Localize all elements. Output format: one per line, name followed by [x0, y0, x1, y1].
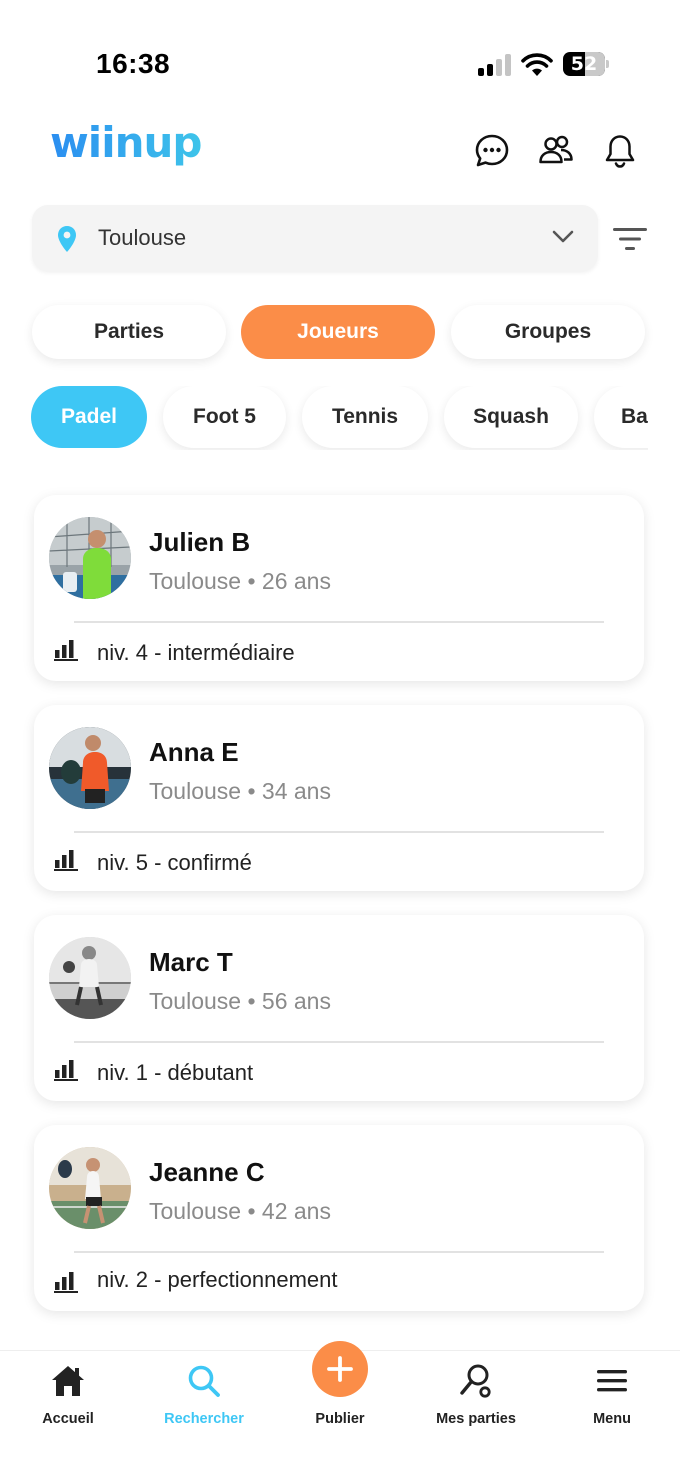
nav-label: Publier — [315, 1411, 365, 1427]
level-bars-icon — [54, 1272, 78, 1293]
player-level: niv. 5 - confirmé — [97, 850, 252, 875]
player-name: Jeanne C — [149, 1157, 265, 1187]
player-card[interactable]: Jeanne C Toulouse • 42 ans niv. 2 - perf… — [34, 1125, 644, 1311]
chip-padel[interactable]: Padel — [31, 386, 147, 448]
status-time: 16:38 — [96, 48, 171, 79]
home-icon — [52, 1366, 84, 1396]
battery-level: 52 — [570, 53, 598, 75]
level-bars-icon — [54, 850, 78, 871]
player-avatar — [49, 937, 131, 1019]
sport-filter-chips: Padel Foot 5 Tennis Squash Ba — [0, 386, 648, 450]
card-divider — [74, 1041, 604, 1043]
nav-label: Menu — [593, 1411, 631, 1427]
nav-accueil[interactable]: Accueil — [0, 1351, 136, 1451]
bell-icon[interactable] — [601, 132, 639, 170]
wifi-icon — [521, 53, 553, 76]
location-select[interactable]: Toulouse — [32, 205, 598, 271]
app-logo: wiinup — [50, 118, 202, 167]
nav-menu[interactable]: Menu — [544, 1351, 680, 1451]
nav-publier[interactable]: Publier — [272, 1341, 408, 1451]
publish-button[interactable] — [312, 1341, 368, 1397]
bottom-navigation: Accueil Rechercher Publier Mes parties M… — [0, 1341, 680, 1474]
hamburger-icon — [597, 1370, 627, 1392]
player-level: niv. 4 - intermédiaire — [97, 640, 295, 665]
player-level: niv. 1 - débutant — [97, 1060, 254, 1085]
player-avatar — [49, 517, 131, 599]
friends-icon[interactable] — [537, 132, 575, 170]
player-name: Julien B — [149, 527, 251, 557]
racket-icon — [460, 1364, 491, 1398]
search-icon — [188, 1365, 220, 1397]
filter-icon[interactable] — [612, 226, 648, 252]
player-card[interactable]: Julien B Toulouse • 26 ans niv. 4 - inte… — [34, 495, 644, 681]
tab-parties[interactable]: Parties — [32, 305, 226, 359]
chat-icon[interactable] — [473, 132, 511, 170]
tab-joueurs[interactable]: Joueurs — [241, 305, 435, 359]
nav-label: Accueil — [42, 1411, 94, 1427]
plus-icon — [327, 1356, 353, 1382]
player-level: niv. 2 - perfectionnement — [97, 1267, 338, 1292]
chip-foot5[interactable]: Foot 5 — [163, 386, 286, 448]
chip-squash[interactable]: Squash — [444, 386, 578, 448]
nav-label: Rechercher — [164, 1411, 244, 1427]
location-value: Toulouse — [98, 225, 187, 250]
location-pin-icon — [58, 226, 76, 252]
card-divider — [74, 831, 604, 833]
card-divider — [74, 621, 604, 623]
tab-groupes[interactable]: Groupes — [451, 305, 645, 359]
cellular-signal-icon — [478, 54, 512, 76]
chevron-down-icon — [552, 230, 574, 243]
player-name: Anna E — [149, 737, 239, 767]
chip-tennis[interactable]: Tennis — [302, 386, 428, 448]
player-meta: Toulouse • 34 ans — [149, 778, 331, 804]
chip-ba[interactable]: Ba — [594, 386, 648, 448]
player-name: Marc T — [149, 947, 233, 977]
status-bar: 16:38 52 — [0, 0, 680, 110]
player-meta: Toulouse • 42 ans — [149, 1198, 331, 1224]
nav-label: Mes parties — [436, 1411, 516, 1427]
level-bars-icon — [54, 640, 78, 661]
player-avatar — [49, 1147, 131, 1229]
player-meta: Toulouse • 56 ans — [149, 988, 331, 1014]
card-divider — [74, 1251, 604, 1253]
level-bars-icon — [54, 1060, 78, 1081]
nav-mes-parties[interactable]: Mes parties — [408, 1351, 544, 1451]
player-card[interactable]: Marc T Toulouse • 56 ans niv. 1 - débuta… — [34, 915, 644, 1101]
player-avatar — [49, 727, 131, 809]
nav-rechercher[interactable]: Rechercher — [136, 1351, 272, 1451]
battery-icon: 52 — [563, 52, 609, 76]
player-meta: Toulouse • 26 ans — [149, 568, 331, 594]
player-card[interactable]: Anna E Toulouse • 34 ans niv. 5 - confir… — [34, 705, 644, 891]
